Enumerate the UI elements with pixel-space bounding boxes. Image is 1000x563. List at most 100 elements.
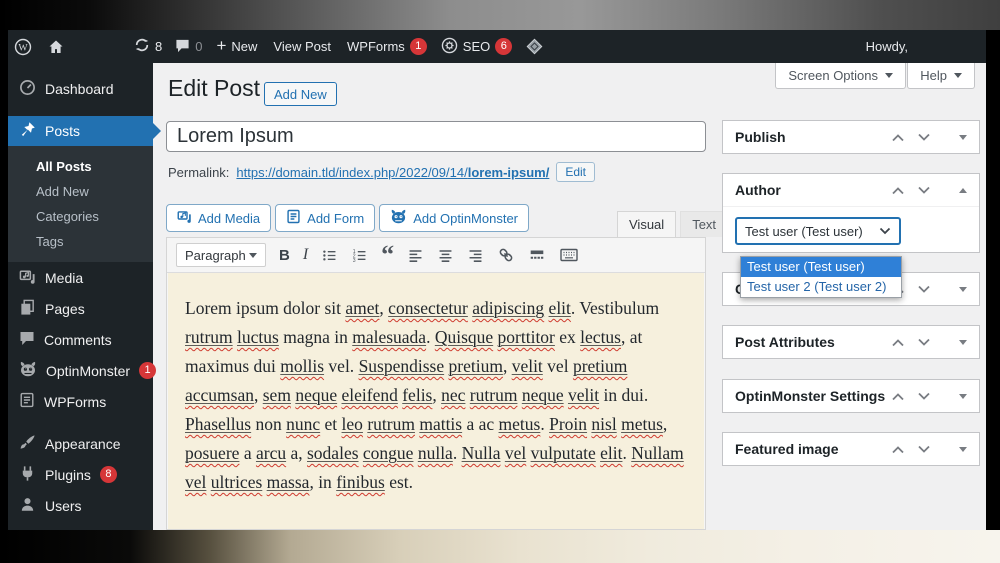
- sidebar-item-appearance[interactable]: Appearance: [8, 428, 153, 459]
- collapse-toggle-icon[interactable]: [959, 134, 967, 140]
- sidebar-item-wpforms[interactable]: WPForms: [8, 386, 153, 417]
- toolbar-toggle-button[interactable]: [559, 245, 579, 265]
- howdy-greeting[interactable]: Howdy,: [866, 39, 908, 54]
- misspelled-word: Proin: [549, 414, 588, 434]
- author-panel: Author Test user (Test user): [722, 173, 980, 253]
- comment-bubble-icon: [175, 38, 190, 56]
- sidebar-item-optinmonster[interactable]: OptinMonster 1: [8, 355, 157, 386]
- sidebar-item-comments[interactable]: Comments: [8, 324, 153, 355]
- move-down-icon[interactable]: [917, 186, 931, 195]
- move-down-icon[interactable]: [917, 133, 931, 142]
- bullet-list-button[interactable]: [321, 247, 338, 264]
- collapse-toggle-icon[interactable]: [959, 187, 967, 193]
- permalink-row: Permalink: https://domain.tld/index.php/…: [168, 162, 596, 182]
- sidebar-item-dashboard[interactable]: Dashboard: [8, 73, 153, 104]
- misspelled-word: sodales: [307, 443, 359, 463]
- editor-mode-tabs: Visual Text: [617, 211, 729, 237]
- new-menu[interactable]: + New: [216, 37, 257, 54]
- misspelled-word: rutrum: [469, 385, 518, 405]
- sidebar-item-media[interactable]: Media: [8, 262, 153, 293]
- move-up-icon[interactable]: [891, 445, 905, 454]
- author-option[interactable]: Test user 2 (Test user 2): [741, 277, 901, 297]
- move-down-icon[interactable]: [917, 285, 931, 294]
- move-up-icon[interactable]: [891, 133, 905, 142]
- collapse-toggle-icon[interactable]: [959, 339, 967, 345]
- add-new-post-button[interactable]: Add New: [264, 82, 337, 106]
- code-snippet-diamond-icon[interactable]: [525, 37, 544, 56]
- user-icon: [19, 496, 36, 516]
- misspelled-word: lectus: [580, 327, 621, 347]
- seo-adminbar-menu[interactable]: SEO 6: [441, 37, 513, 57]
- misspelled-word: nulla: [417, 443, 453, 463]
- sidebar-item-plugins[interactable]: Plugins 8: [8, 459, 153, 490]
- tab-visual[interactable]: Visual: [617, 211, 677, 237]
- add-form-button[interactable]: Add Form: [275, 204, 376, 232]
- numbered-list-button[interactable]: 123: [351, 247, 368, 264]
- top-letterbox-band: [0, 0, 1000, 30]
- publish-panel: Publish: [722, 120, 980, 154]
- misspelled-word: posuere: [185, 443, 240, 463]
- tab-text[interactable]: Text: [680, 211, 729, 237]
- misspelled-word: metus: [498, 414, 541, 434]
- read-more-tag-button[interactable]: [528, 246, 546, 264]
- misspelled-word: amet: [345, 298, 380, 318]
- collapse-toggle-icon[interactable]: [959, 286, 967, 292]
- align-right-button[interactable]: [467, 247, 484, 264]
- author-select[interactable]: Test user (Test user): [735, 217, 901, 245]
- submenu-all-posts[interactable]: All Posts: [8, 154, 153, 179]
- move-up-icon[interactable]: [891, 186, 905, 195]
- insert-link-button[interactable]: [497, 246, 515, 264]
- author-select-value: Test user (Test user): [745, 223, 863, 239]
- submenu-add-new[interactable]: Add New: [8, 179, 153, 204]
- optinmonster-settings-title: OptinMonster Settings: [735, 388, 886, 404]
- screen-options-button[interactable]: Screen Options: [775, 63, 906, 89]
- main-content: Screen Options Help Edit Post Add New Pe…: [153, 63, 986, 530]
- comments-menu[interactable]: 0: [175, 38, 202, 56]
- sidebar-item-pages[interactable]: Pages: [8, 293, 153, 324]
- misspelled-word: pretium: [572, 356, 628, 376]
- blockquote-button[interactable]: “: [381, 242, 394, 268]
- misspelled-word: nunc: [286, 414, 321, 434]
- help-button[interactable]: Help: [907, 63, 975, 89]
- home-icon[interactable]: [48, 39, 64, 55]
- permalink-link[interactable]: https://domain.tld/index.php/2022/09/14/…: [236, 165, 549, 180]
- submenu-tags[interactable]: Tags: [8, 229, 153, 254]
- add-media-button[interactable]: Add Media: [166, 204, 272, 232]
- wordpress-logo-icon[interactable]: W: [14, 38, 32, 56]
- move-up-icon[interactable]: [891, 338, 905, 347]
- misspelled-word: pretium: [448, 356, 503, 376]
- collapse-toggle-icon[interactable]: [959, 446, 967, 452]
- move-down-icon[interactable]: [917, 392, 931, 401]
- seo-badge: 6: [495, 38, 513, 55]
- move-down-icon[interactable]: [917, 445, 931, 454]
- view-post-link[interactable]: View Post: [273, 39, 331, 54]
- author-option-selected[interactable]: Test user (Test user): [741, 257, 901, 277]
- editor-body[interactable]: Lorem ipsum dolor sit amet, consectetur …: [168, 273, 704, 529]
- align-left-button[interactable]: [407, 247, 424, 264]
- dashboard-icon: [19, 79, 36, 99]
- edit-permalink-button[interactable]: Edit: [556, 162, 596, 182]
- featured-image-title: Featured image: [735, 441, 839, 457]
- sidebar-item-posts[interactable]: Posts: [8, 116, 161, 146]
- misspelled-word: felis: [402, 385, 433, 405]
- misspelled-word: accumsan: [185, 385, 254, 405]
- misspelled-word: luctus: [237, 327, 279, 347]
- featured-image-panel: Featured image: [722, 432, 980, 466]
- move-up-icon[interactable]: [891, 392, 905, 401]
- align-center-button[interactable]: [437, 247, 454, 264]
- collapse-toggle-icon[interactable]: [959, 393, 967, 399]
- misspelled-word: mattis: [419, 414, 463, 434]
- submenu-categories[interactable]: Categories: [8, 204, 153, 229]
- add-media-icon: [177, 209, 192, 227]
- updates-menu[interactable]: 8: [134, 37, 162, 56]
- paragraph-format-dropdown[interactable]: Paragraph: [176, 243, 266, 267]
- bold-button[interactable]: B: [279, 247, 290, 264]
- misspelled-word: malesuada: [352, 327, 427, 347]
- misspelled-word: porttitor: [497, 327, 555, 347]
- sidebar-item-users[interactable]: Users: [8, 490, 153, 521]
- italic-button[interactable]: I: [303, 246, 308, 264]
- post-title-input[interactable]: [166, 121, 706, 152]
- move-down-icon[interactable]: [917, 338, 931, 347]
- add-optinmonster-button[interactable]: Add OptinMonster: [379, 204, 530, 232]
- wpforms-adminbar-menu[interactable]: WPForms 1: [347, 38, 427, 55]
